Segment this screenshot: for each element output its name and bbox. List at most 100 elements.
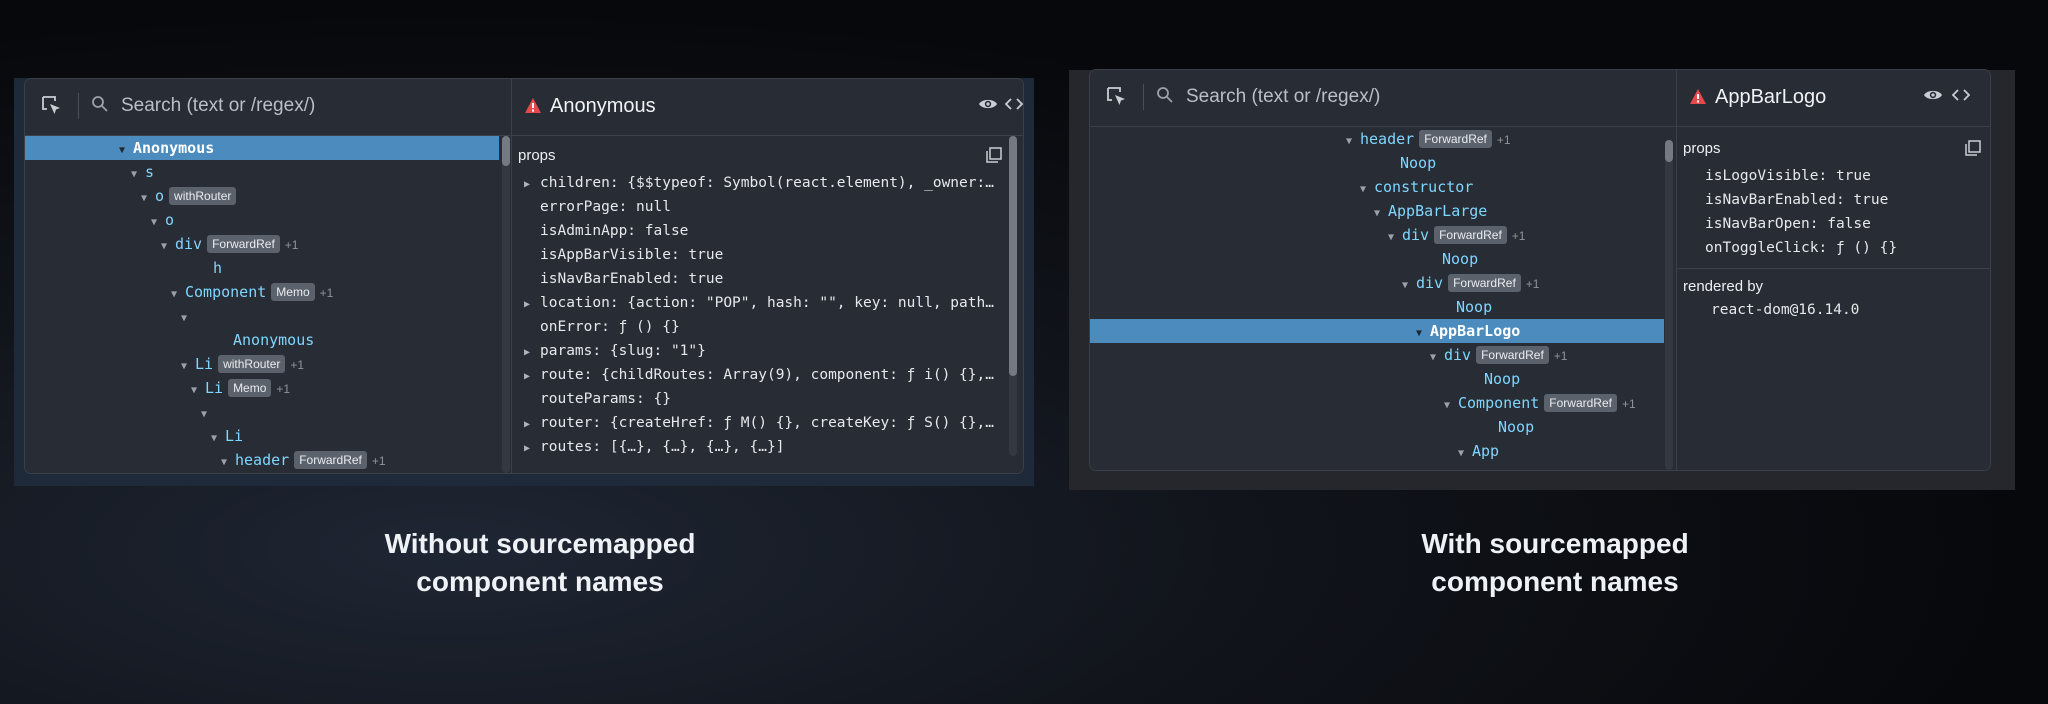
section-divider [1677, 268, 1990, 269]
props-scrollbar-thumb[interactable] [1009, 136, 1017, 376]
prop-text: params: {slug: "1"} [540, 343, 706, 359]
tree-row[interactable]: ▼ Li Memo +1 [25, 376, 499, 400]
tree-row[interactable]: ▼ [25, 304, 499, 328]
tree-row[interactable]: ▼ Component Memo +1 [25, 280, 499, 304]
tree-row[interactable]: ▼ AppBarLarge [1090, 199, 1664, 223]
copy-icon[interactable] [1965, 140, 1981, 156]
code-icon[interactable] [1004, 95, 1023, 117]
hoc-badge: withRouter [169, 187, 237, 205]
prop-row[interactable]: ▶ children: {$$typeof: Symbol(react.eleme… [524, 171, 994, 197]
left-devtools-panel: Search (text or /regex/) ▼ Anonymous ▼ s ▼ o w… [25, 79, 1023, 473]
props-pane-header: AppBarLogo [1677, 70, 1990, 127]
tree-row[interactable]: ▼ App [1090, 439, 1664, 463]
tree-scrollbar[interactable] [502, 136, 510, 473]
tree-row[interactable]: Noop [1090, 151, 1664, 175]
expand-arrow-icon[interactable]: ▶ [524, 173, 540, 197]
right-caption: With sourcemapped component names [1255, 525, 1855, 601]
code-icon[interactable] [1951, 86, 1971, 108]
tree-row[interactable]: Anonymous [25, 328, 499, 352]
expand-arrow-icon[interactable]: ▶ [524, 365, 540, 389]
prop-row[interactable]: ▶ params: {slug: "1"} [524, 339, 706, 365]
tree-row[interactable]: ▼ constructor [1090, 175, 1664, 199]
component-name: s [145, 163, 155, 181]
tree-row[interactable]: ▼ header ForwardRef +1 [25, 448, 499, 472]
component-name: div [1416, 274, 1444, 292]
hoc-count: +1 [1511, 229, 1526, 243]
prop-row: isLogoVisible: true [1689, 164, 1871, 188]
tree-row[interactable]: ▼ [25, 400, 499, 424]
hoc-badge: withRouter [218, 355, 286, 373]
prop-row[interactable]: ▶ route: {childRoutes: Array(9), componen… [524, 363, 994, 389]
tree-row[interactable]: Noop [1090, 295, 1664, 319]
warning-icon [1689, 88, 1707, 105]
tree-row[interactable]: ▼ o withRouter [25, 184, 499, 208]
component-name: App [1472, 442, 1500, 460]
hoc-count: +1 [1496, 133, 1511, 147]
hoc-badge: ForwardRef [1476, 346, 1549, 364]
props-pane-header: Anonymous [512, 79, 1023, 136]
component-name: div [1444, 346, 1472, 364]
tree-row[interactable]: ▼ div ForwardRef +1 [1090, 223, 1664, 247]
left-caption: Without sourcemapped component names [240, 525, 840, 601]
search-input[interactable]: Search (text or /regex/) [121, 93, 315, 119]
select-element-icon[interactable] [1106, 86, 1128, 108]
tree-row-selected[interactable]: ▼ AppBarLogo [1090, 319, 1664, 343]
expand-arrow-icon[interactable]: ▼ [1458, 442, 1472, 466]
tree-row-selected[interactable]: ▼ Anonymous [25, 136, 499, 160]
tree-row[interactable]: ▼ o [25, 208, 499, 232]
tree-row[interactable]: ▼ div ForwardRef +1 [25, 232, 499, 256]
expand-arrow-icon[interactable]: ▼ [221, 451, 235, 473]
prop-text: isAppBarVisible: true [540, 247, 724, 263]
expand-arrow-icon[interactable]: ▶ [524, 413, 540, 437]
component-name: Li [225, 427, 244, 445]
component-name: div [1402, 226, 1430, 244]
search-input[interactable]: Search (text or /regex/) [1186, 84, 1380, 110]
tree-row[interactable]: ▼ header ForwardRef +1 [1090, 127, 1664, 151]
hoc-count: +1 [284, 238, 299, 252]
component-name: Noop [1456, 298, 1493, 316]
rendered-by-value: react-dom@16.14.0 [1711, 302, 1860, 318]
prop-row: isAppBarVisible: true [524, 243, 723, 267]
prop-row: isAdminApp: false [524, 219, 688, 243]
toolbar-separator [1143, 84, 1144, 110]
tree-row[interactable]: ▼ div ForwardRef +1 [1090, 271, 1664, 295]
tree-row[interactable]: Noop [1090, 247, 1664, 271]
tree-row[interactable]: ▼ div ForwardRef +1 [1090, 343, 1664, 367]
tree-row[interactable]: ▼ Li withRouter +1 [25, 352, 499, 376]
component-name: o [155, 187, 165, 205]
select-element-icon[interactable] [41, 95, 63, 117]
tree-scrollbar-thumb[interactable] [1665, 140, 1673, 162]
prop-row[interactable]: ▶ routes: [{…}, {…}, {…}, {…}] [524, 435, 784, 461]
prop-row[interactable]: ▶ router: {createHref: ƒ M() {}, createKe… [524, 411, 994, 437]
tree-row[interactable]: ▼ Li [25, 424, 499, 448]
eye-icon[interactable] [1923, 86, 1943, 108]
left-toolbar: Search (text or /regex/) [25, 79, 511, 136]
hoc-count: +1 [319, 286, 334, 300]
selected-component-title: AppBarLogo [1715, 86, 1827, 108]
tree-row[interactable]: Noop [1090, 367, 1664, 391]
tree-scrollbar-thumb[interactable] [502, 136, 510, 166]
tree-scrollbar[interactable] [1665, 140, 1673, 470]
tree-row[interactable]: ▼ Component ForwardRef +1 [1090, 391, 1664, 415]
expand-arrow-icon[interactable]: ▶ [524, 437, 540, 461]
component-name: h [213, 259, 223, 277]
hoc-badge: ForwardRef [294, 451, 367, 469]
expand-arrow-icon[interactable]: ▶ [524, 293, 540, 317]
prop-row[interactable]: ▶ location: {action: "POP", hash: "", key… [524, 291, 994, 317]
component-tree: ▼ header ForwardRef +1 Noop ▼ constructor ▼ AppB… [1090, 127, 1664, 470]
hoc-count: +1 [1525, 277, 1540, 291]
tree-row[interactable]: Noop [1090, 415, 1664, 439]
warning-icon [524, 97, 542, 114]
component-name: Noop [1442, 250, 1479, 268]
props-scrollbar[interactable] [1009, 136, 1017, 456]
expand-arrow-icon[interactable]: ▶ [524, 341, 540, 365]
eye-icon[interactable] [978, 95, 998, 117]
right-caption-line-1: With sourcemapped [1421, 528, 1689, 559]
component-name: div [175, 235, 203, 253]
tree-row[interactable]: h [25, 256, 499, 280]
tree-row[interactable]: ▼ s [25, 160, 499, 184]
prop-text: router: {createHref: ƒ M() {}, createKey… [540, 415, 994, 431]
copy-icon[interactable] [986, 147, 1002, 163]
hoc-badge: ForwardRef [1544, 394, 1617, 412]
prop-text: isLogoVisible: true [1705, 168, 1871, 184]
